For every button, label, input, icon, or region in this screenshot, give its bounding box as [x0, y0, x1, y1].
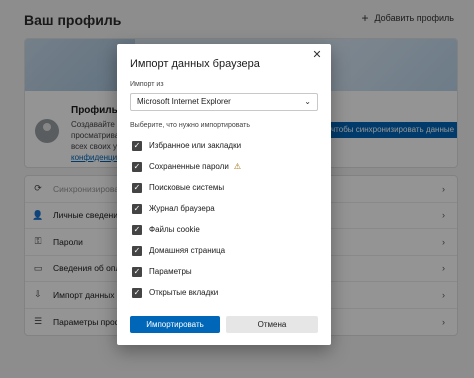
option-browsing-history[interactable]: ✓ Журнал браузера: [132, 198, 241, 219]
option-home-page[interactable]: ✓ Домашняя страница: [132, 240, 241, 261]
cancel-button[interactable]: Отмена: [226, 316, 318, 333]
close-icon[interactable]: ✕: [311, 49, 323, 61]
import-source-select[interactable]: Microsoft Internet Explorer ⌄: [130, 93, 318, 111]
option-label: Избранное или закладки: [149, 141, 242, 150]
checkbox-checked[interactable]: ✓: [132, 287, 142, 298]
import-dialog: Импорт данных браузера ✕ Импорт из Micro…: [117, 44, 331, 345]
import-from-label: Импорт из: [130, 81, 164, 88]
option-open-tabs[interactable]: ✓ Открытые вкладки: [132, 282, 241, 303]
option-label: Домашняя страница: [149, 246, 226, 255]
checkbox-checked[interactable]: ✓: [132, 224, 142, 235]
option-search-engines[interactable]: ✓ Поисковые системы: [132, 177, 241, 198]
checkbox-checked[interactable]: ✓: [132, 203, 142, 214]
chevron-down-icon: ⌄: [304, 97, 311, 106]
option-favorites[interactable]: ✓ Избранное или закладки: [132, 135, 241, 156]
import-options-list: ✓ Избранное или закладки ✓ Сохраненные п…: [132, 135, 241, 303]
checkbox-checked[interactable]: ✓: [132, 182, 142, 193]
checkbox-checked[interactable]: ✓: [132, 161, 142, 172]
import-button[interactable]: Импортировать: [130, 316, 220, 333]
option-label: Открытые вкладки: [149, 288, 219, 297]
checkbox-checked[interactable]: ✓: [132, 266, 142, 277]
option-saved-passwords[interactable]: ✓ Сохраненные пароли ⚠: [132, 156, 241, 177]
import-source-value: Microsoft Internet Explorer: [137, 97, 231, 106]
option-cookies[interactable]: ✓ Файлы cookie: [132, 219, 241, 240]
choose-items-label: Выберите, что нужно импортировать: [130, 122, 250, 129]
option-label: Файлы cookie: [149, 225, 200, 234]
option-label: Журнал браузера: [149, 204, 215, 213]
option-label: Параметры: [149, 267, 192, 276]
option-label: Сохраненные пароли: [149, 162, 229, 171]
dialog-title: Импорт данных браузера: [130, 58, 260, 70]
warning-icon: ⚠: [233, 162, 241, 171]
option-settings[interactable]: ✓ Параметры: [132, 261, 241, 282]
checkbox-checked[interactable]: ✓: [132, 245, 142, 256]
option-label: Поисковые системы: [149, 183, 225, 192]
checkbox-checked[interactable]: ✓: [132, 140, 142, 151]
